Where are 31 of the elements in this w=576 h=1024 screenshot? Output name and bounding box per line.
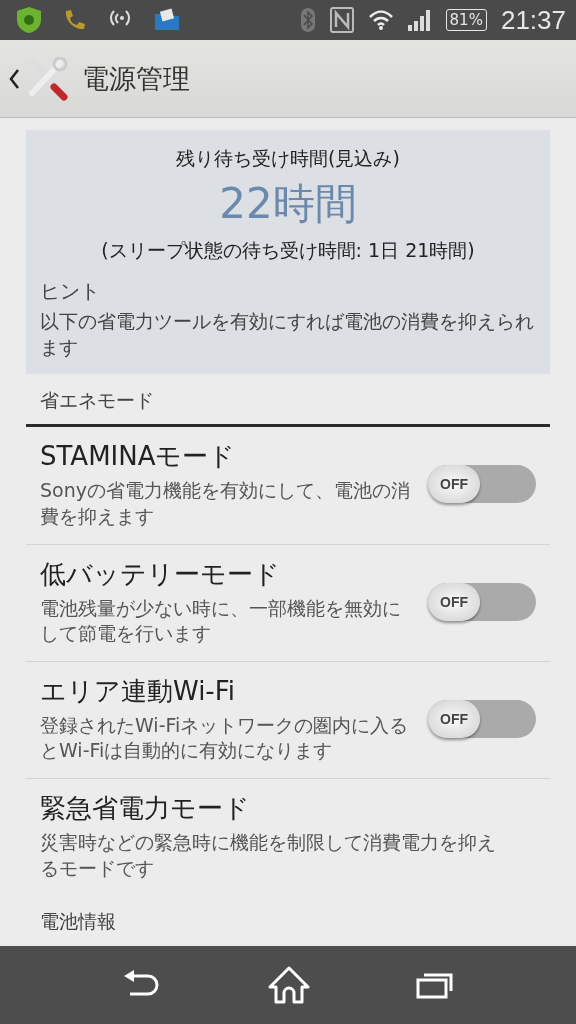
toggle-switch[interactable]: OFF	[428, 700, 536, 738]
setting-description: 登録されたWi-Fiネットワークの圏内に入るとWi-Fiは自動的に有効になります	[40, 712, 410, 764]
setting-title: 緊急省電力モード	[40, 792, 251, 826]
folder-icon	[154, 8, 180, 32]
setting-description: 災害時などの緊急時に機能を制限して消費電力を抑えるモードです	[40, 830, 496, 881]
setting-description: Sonyの省電力機能を有効にして、電池の消費を抑えます	[40, 478, 411, 529]
hint-title: ヒント	[40, 278, 101, 305]
standby-time: 22時間	[218, 178, 358, 230]
clock: 21:37	[500, 4, 566, 36]
nfc-icon	[329, 7, 354, 33]
home-icon[interactable]	[267, 966, 311, 1004]
sleep-standby-detail: (スリープ状態の待ち受け時間: 1日 21時間)	[100, 238, 476, 263]
back-icon[interactable]	[8, 67, 20, 90]
setting-title: エリア連動Wi-Fi	[40, 674, 237, 708]
toggle-switch[interactable]: OFF	[428, 465, 536, 504]
toggle-switch[interactable]: OFF	[428, 582, 536, 621]
recent-apps-icon[interactable]	[415, 971, 454, 999]
setting-description: 電池残量が少ない時に、一部機能を無効にして節電を行います	[40, 595, 402, 647]
signal-icon	[407, 9, 432, 31]
standby-caption: 残り待ち受け時間(見込み)	[175, 146, 401, 171]
battery-indicator: 81%	[445, 9, 487, 31]
setting-title: 低バッテリーモード	[40, 557, 281, 591]
shield-icon	[16, 6, 42, 34]
bluetooth-icon	[299, 7, 316, 33]
screen-title: 電源管理	[82, 61, 190, 96]
setting-title: STAMINAモード	[40, 440, 237, 474]
tools-icon	[26, 56, 68, 101]
wifi-icon	[367, 9, 394, 31]
section-header: 省エネモード	[26, 374, 550, 428]
section-header: 電池情報	[39, 909, 117, 935]
hint-text: 以下の省電力ツールを有効にすれば電池の消費を抑えられます	[40, 309, 535, 360]
